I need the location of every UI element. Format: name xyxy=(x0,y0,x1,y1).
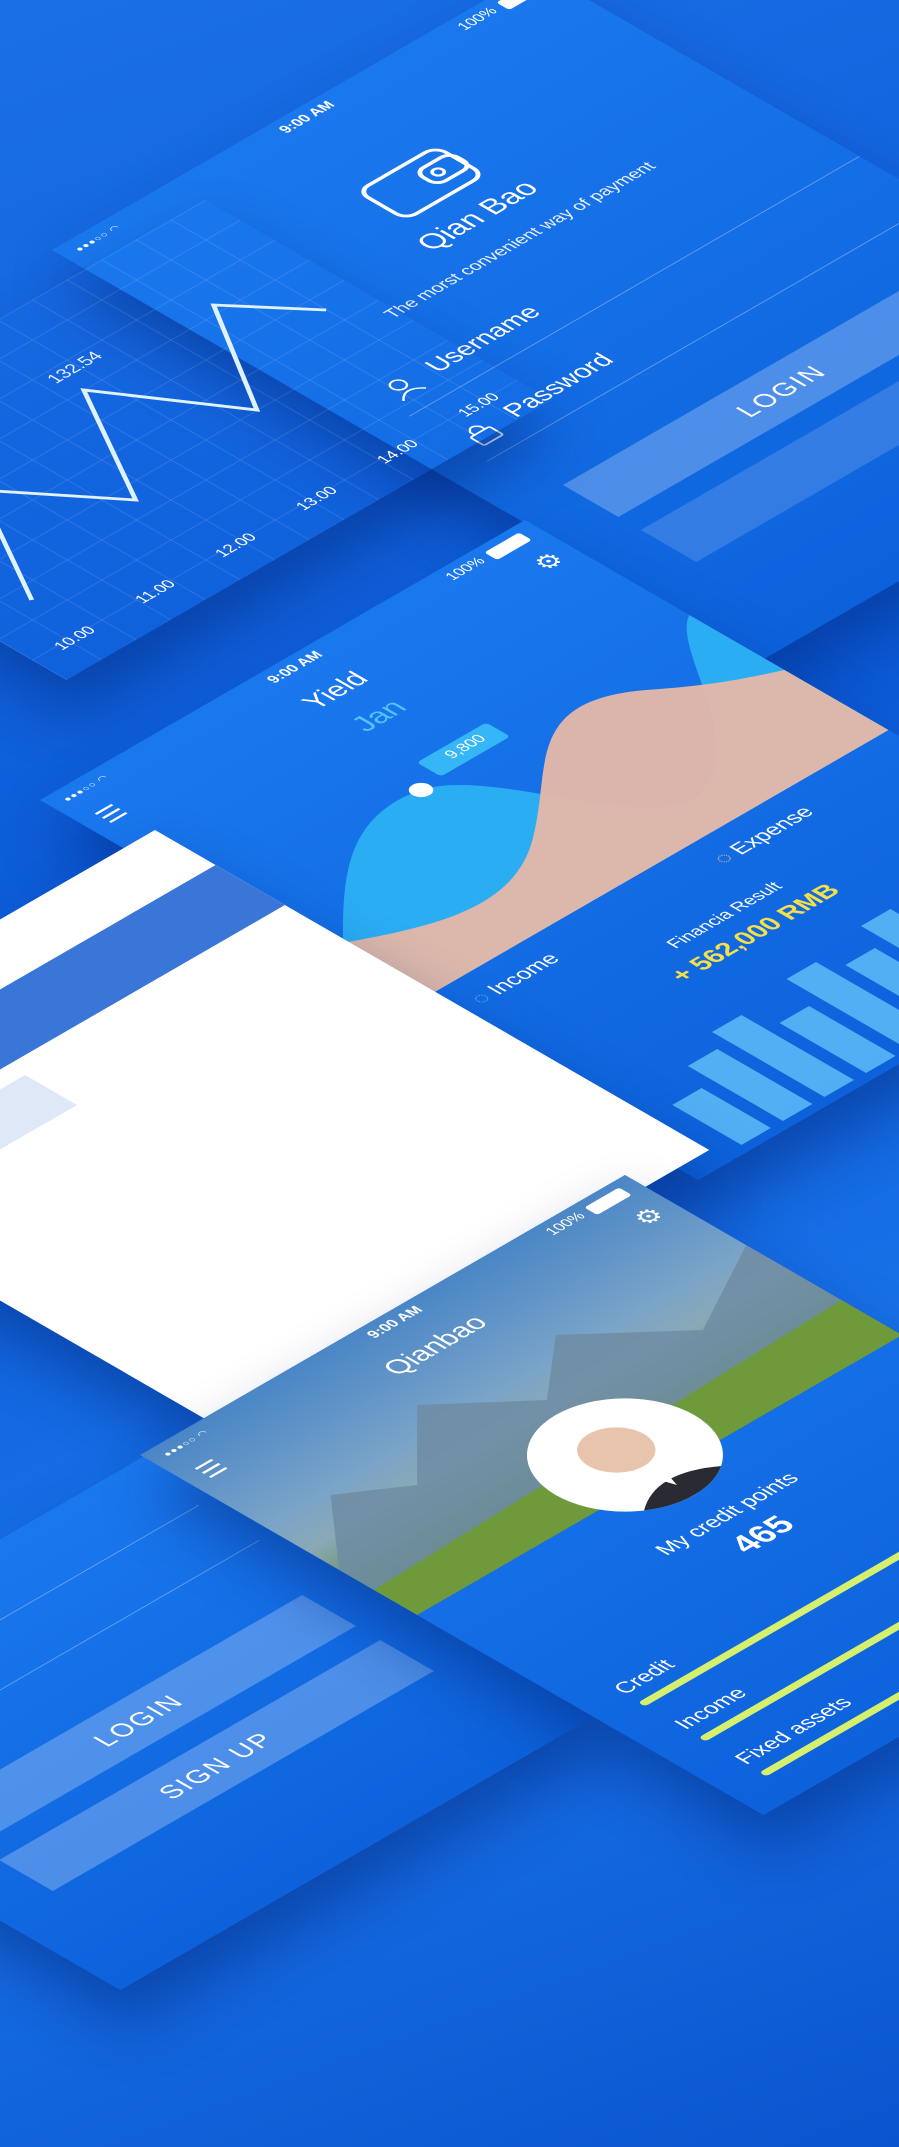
battery-percent: 100% xyxy=(441,555,490,583)
scene: ●●●○○ ◠ 9:00 AM 100% Qian Bao The morst … xyxy=(0,0,899,2147)
selected-row[interactable] xyxy=(0,865,285,1185)
list-tile[interactable] xyxy=(0,1075,78,1150)
bar-label: Income xyxy=(668,1683,753,1733)
battery-percent: 100% xyxy=(453,5,502,33)
